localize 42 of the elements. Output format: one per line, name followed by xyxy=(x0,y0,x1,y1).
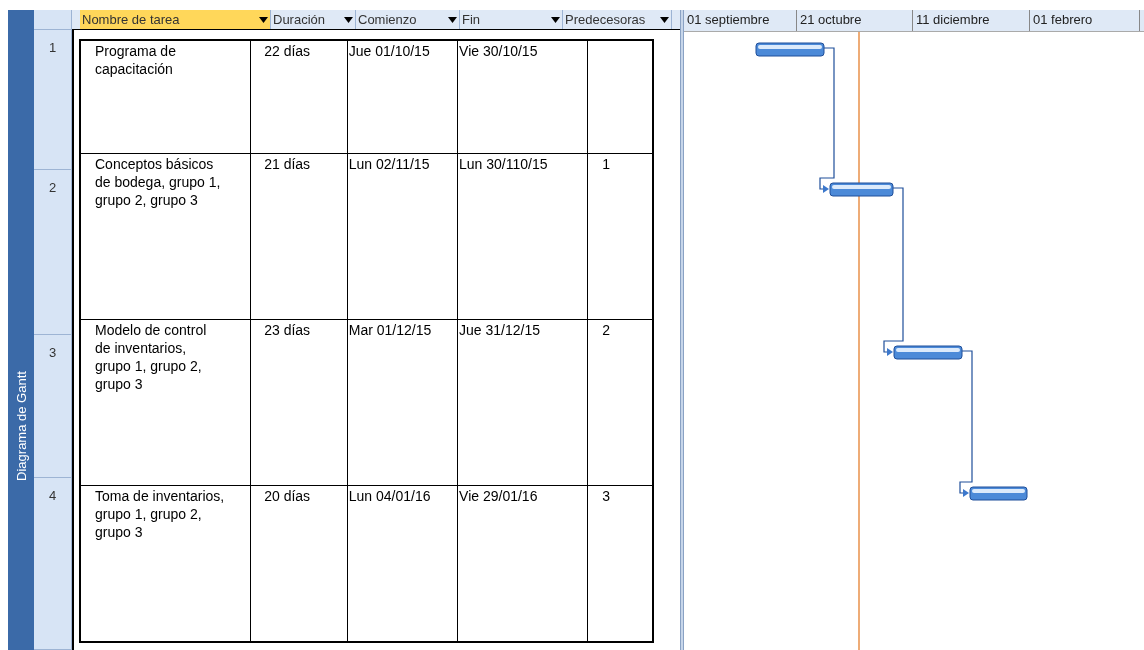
row-number[interactable]: 3 xyxy=(34,335,71,478)
table-cell: Programa de capacitación xyxy=(95,43,176,77)
table-cell: 1 xyxy=(602,156,611,172)
timescale-label: 21 octubre xyxy=(797,10,913,31)
table-cell: 2 xyxy=(602,322,611,338)
view-label: Diagrama de Gantt xyxy=(13,370,29,483)
timescale-label: 11 diciembre xyxy=(913,10,1030,31)
row-number[interactable]: 4 xyxy=(34,478,71,650)
column-header[interactable]: Predecesoras xyxy=(563,10,672,29)
dropdown-icon xyxy=(344,16,353,23)
task-bar[interactable] xyxy=(893,345,963,360)
column-header[interactable]: Fin xyxy=(460,10,563,29)
table-cell: Vie 30/10/15 xyxy=(459,43,538,59)
table-cell: Lun 02/11/15 xyxy=(348,156,430,172)
dropdown-icon xyxy=(259,16,268,23)
task-bar[interactable] xyxy=(829,182,894,197)
dropdown-icon xyxy=(660,16,669,23)
table-cell: 21 días xyxy=(264,156,311,172)
table-cell: Mar 01/12/15 xyxy=(348,322,432,338)
table-cell: Lun 30/110/15 xyxy=(459,156,548,172)
table-cell: Jue 31/12/15 xyxy=(459,322,540,338)
row-number[interactable]: 1 xyxy=(34,30,71,170)
timescale-label: 01 septiembre xyxy=(684,10,797,31)
dropdown-icon xyxy=(551,16,560,23)
table-cell: Toma de inventarios, grupo 1, grupo 2, grupo 3 xyxy=(95,488,225,540)
table-cell: Vie 29/01/16 xyxy=(459,488,538,504)
row-number[interactable]: 2 xyxy=(34,170,71,335)
table-cell: Modelo de control de inventarios, grupo 1, grupo 2, grupo 3 xyxy=(95,322,207,392)
table-cell: 23 días xyxy=(264,322,311,338)
table-cell: Conceptos básicos de bodega, grupo 1, grupo 2, grupo 3 xyxy=(95,156,221,208)
timescale-label: 01 febrero xyxy=(1030,10,1140,31)
table-cell: 22 días xyxy=(264,43,311,59)
column-header[interactable]: Nombre de tarea xyxy=(80,10,271,29)
column-header[interactable]: Duración xyxy=(271,10,356,29)
table-cell: Lun 04/01/16 xyxy=(348,488,431,504)
task-bar[interactable] xyxy=(969,486,1028,501)
task-bar[interactable] xyxy=(755,42,825,57)
table-cell: 20 días xyxy=(264,488,311,504)
table-cell: Jue 01/10/15 xyxy=(348,43,430,59)
dropdown-icon xyxy=(448,16,457,23)
column-header[interactable]: Comienzo xyxy=(356,10,460,29)
table-cell: 3 xyxy=(602,488,611,504)
